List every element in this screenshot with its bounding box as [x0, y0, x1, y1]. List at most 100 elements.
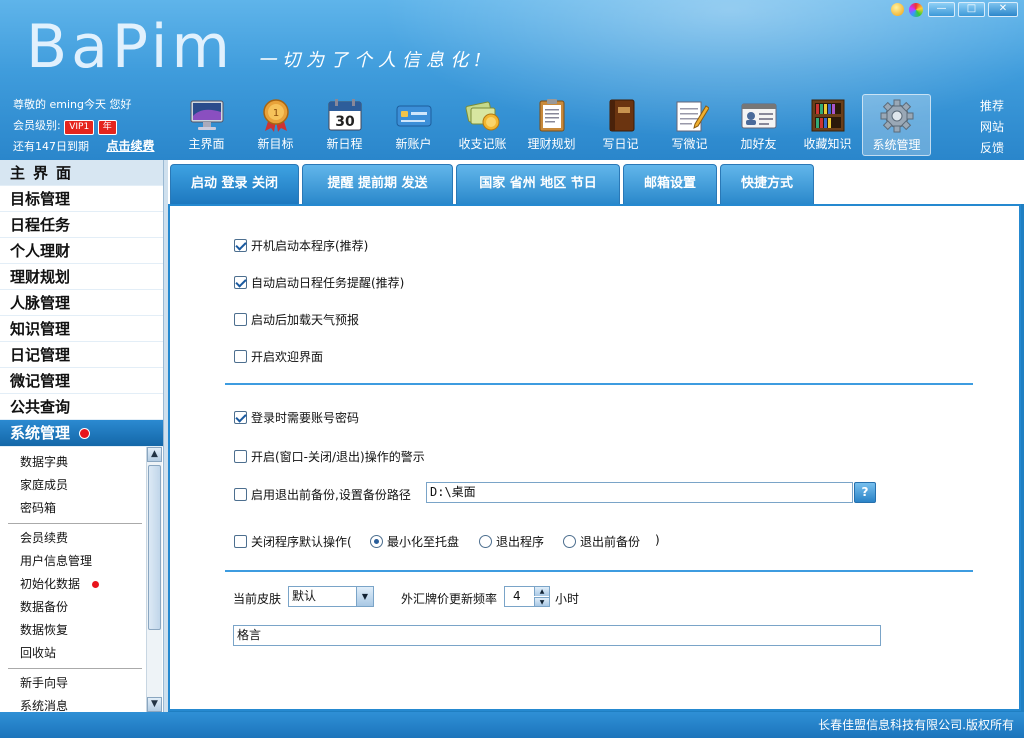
maximize-button[interactable]: □: [958, 2, 985, 17]
submenu-item-data-dictionary[interactable]: 数据字典: [0, 451, 146, 474]
backup-before-exit-option[interactable]: 启用退出前备份,设置备份路径: [234, 486, 411, 503]
nav-item-knowledge[interactable]: 知识管理: [0, 316, 163, 342]
submenu-item-beginner-guide[interactable]: 新手向导: [0, 672, 146, 695]
toolbar-new-goal-button[interactable]: 1 新目标: [241, 94, 310, 156]
auto-reminder-checkbox[interactable]: [234, 276, 247, 289]
stepper-down-icon[interactable]: ▼: [534, 597, 549, 606]
auto-start-option[interactable]: 开机启动本程序(推荐): [234, 237, 368, 254]
nav-item-diary[interactable]: 日记管理: [0, 342, 163, 368]
load-weather-checkbox[interactable]: [234, 313, 247, 326]
submenu-scrollbar[interactable]: ▲ ▼: [146, 447, 162, 712]
website-link[interactable]: 网站: [980, 117, 1004, 138]
section-divider: [225, 383, 973, 385]
load-weather-option[interactable]: 启动后加载天气预报: [234, 311, 359, 328]
scroll-down-icon[interactable]: ▼: [147, 697, 162, 712]
star-icon[interactable]: [891, 3, 904, 16]
radio-backup-exit-option[interactable]: 退出前备份: [563, 533, 640, 550]
toolbar-add-friend-button[interactable]: 加好友: [724, 94, 793, 156]
clipboard-icon: [539, 99, 564, 132]
motto-input[interactable]: 格言: [233, 625, 881, 646]
radio-minimize-button[interactable]: [370, 535, 383, 548]
membership-status: 还有147日到期 点击续费: [13, 136, 155, 157]
renew-link[interactable]: 点击续费: [107, 139, 155, 153]
close-button[interactable]: ✕: [988, 2, 1018, 17]
toolbar-financial-planning-button[interactable]: 理财规划: [517, 94, 586, 156]
radio-backup-exit-button[interactable]: [563, 535, 576, 548]
tab-shortcuts[interactable]: 快捷方式: [720, 164, 814, 204]
auto-start-label: 开机启动本程序(推荐): [251, 239, 369, 253]
recommend-link[interactable]: 推荐: [980, 96, 1004, 117]
submenu-item-data-restore[interactable]: 数据恢复: [0, 619, 146, 642]
skin-select[interactable]: 默认 ▼: [288, 586, 374, 607]
nav-item-home[interactable]: 主界面: [0, 160, 163, 186]
submenu-item-password-vault[interactable]: 密码箱: [0, 497, 146, 520]
login-password-label: 登录时需要账号密码: [251, 411, 360, 425]
auto-start-checkbox[interactable]: [234, 239, 247, 252]
fx-unit-label: 小时: [555, 592, 580, 606]
tab-regions-holidays[interactable]: 国家 省州 地区 节日: [456, 164, 620, 204]
tab-email-settings[interactable]: 邮箱设置: [623, 164, 717, 204]
toolbar-system-management-button[interactable]: 系统管理: [862, 94, 931, 156]
welcome-screen-option[interactable]: 开启欢迎界面: [234, 348, 323, 365]
toolbar-bookkeeping-button[interactable]: 收支记账: [448, 94, 517, 156]
bookshelf-icon: [811, 99, 844, 132]
submenu-item-system-messages[interactable]: 系统消息: [0, 695, 146, 712]
window-warning-option[interactable]: 开启(窗口-关闭/退出)操作的警示: [234, 448, 425, 465]
radio-exit-option[interactable]: 退出程序: [479, 533, 544, 550]
toolbar-new-schedule-button[interactable]: 30 新日程: [310, 94, 379, 156]
submenu-item-recycle-bin[interactable]: 回收站: [0, 642, 146, 665]
scroll-up-icon[interactable]: ▲: [147, 447, 162, 462]
toolbar-collect-knowledge-label: 收藏知识: [803, 137, 852, 151]
browse-path-button[interactable]: ?: [854, 482, 876, 503]
tab-reminders[interactable]: 提醒 提前期 发送: [302, 164, 453, 204]
submenu-item-user-info[interactable]: 用户信息管理: [0, 550, 146, 573]
medal-icon: 1: [262, 99, 289, 132]
backup-before-exit-checkbox[interactable]: [234, 488, 247, 501]
submenu-item-membership-renewal[interactable]: 会员续费: [0, 527, 146, 550]
submenu-item-family-members[interactable]: 家庭成员: [0, 474, 146, 497]
nav-item-goals[interactable]: 目标管理: [0, 186, 163, 212]
toolbar-collect-knowledge-button[interactable]: 收藏知识: [793, 94, 862, 156]
monitor-icon: [190, 100, 223, 130]
toolbar-home-button[interactable]: 主界面: [172, 94, 241, 156]
toolbar-write-diary-button[interactable]: 写日记: [586, 94, 655, 156]
nav-item-financial-planning[interactable]: 理财规划: [0, 264, 163, 290]
nav-item-personal-finance[interactable]: 个人理财: [0, 238, 163, 264]
window-warning-label: 开启(窗口-关闭/退出)操作的警示: [251, 450, 425, 464]
close-default-checkbox[interactable]: [234, 535, 247, 548]
radio-minimize-option[interactable]: 最小化至托盘: [370, 533, 459, 550]
login-password-option[interactable]: 登录时需要账号密码: [234, 409, 359, 426]
minimize-button[interactable]: —: [928, 2, 955, 17]
tab-startup-login-close[interactable]: 启动 登录 关闭: [170, 164, 299, 204]
fx-frequency-stepper[interactable]: 4 ▲ ▼: [504, 586, 550, 607]
year-badge: 年: [97, 120, 117, 135]
submenu-item-data-backup[interactable]: 数据备份: [0, 596, 146, 619]
scrollbar-thumb[interactable]: [148, 465, 161, 630]
feedback-link[interactable]: 反馈: [980, 138, 1004, 159]
system-submenu: 数据字典 家庭成员 密码箱 会员续费 用户信息管理 初始化数据 数据备份 数据恢…: [0, 447, 146, 712]
skin-select-value: 默认: [292, 589, 317, 603]
side-links: 推荐 网站 反馈: [980, 96, 1004, 159]
color-wheel-icon[interactable]: [909, 2, 923, 17]
nav-item-microblog[interactable]: 微记管理: [0, 368, 163, 394]
toolbar-write-microblog-button[interactable]: 写微记: [655, 94, 724, 156]
nav-item-system-management[interactable]: 系统管理: [0, 420, 163, 447]
nav-item-schedule[interactable]: 日程任务: [0, 212, 163, 238]
auto-reminder-option[interactable]: 自动启动日程任务提醒(推荐): [234, 274, 404, 291]
toolbar-new-account-button[interactable]: 新账户: [379, 94, 448, 156]
nav-item-public-query[interactable]: 公共查询: [0, 394, 163, 420]
load-weather-label: 启动后加载天气预报: [251, 313, 360, 327]
nav-item-contacts[interactable]: 人脉管理: [0, 290, 163, 316]
radio-exit-button[interactable]: [479, 535, 492, 548]
contact-card-icon: [741, 103, 776, 129]
window-warning-checkbox[interactable]: [234, 450, 247, 463]
welcome-screen-checkbox[interactable]: [234, 350, 247, 363]
submenu-item-init-data[interactable]: 初始化数据: [0, 573, 146, 596]
toolbar-bookkeeping-label: 收支记账: [458, 137, 507, 151]
settings-panel: 开机启动本程序(推荐) 自动启动日程任务提醒(推荐) 启动后加载天气预报 开启欢…: [168, 204, 1021, 711]
close-default-option[interactable]: 关闭程序默认操作(: [234, 533, 352, 550]
stepper-up-icon[interactable]: ▲: [534, 587, 549, 596]
login-password-checkbox[interactable]: [234, 411, 247, 424]
chevron-down-icon[interactable]: ▼: [356, 587, 373, 606]
backup-path-input[interactable]: D:\桌面: [426, 482, 853, 503]
